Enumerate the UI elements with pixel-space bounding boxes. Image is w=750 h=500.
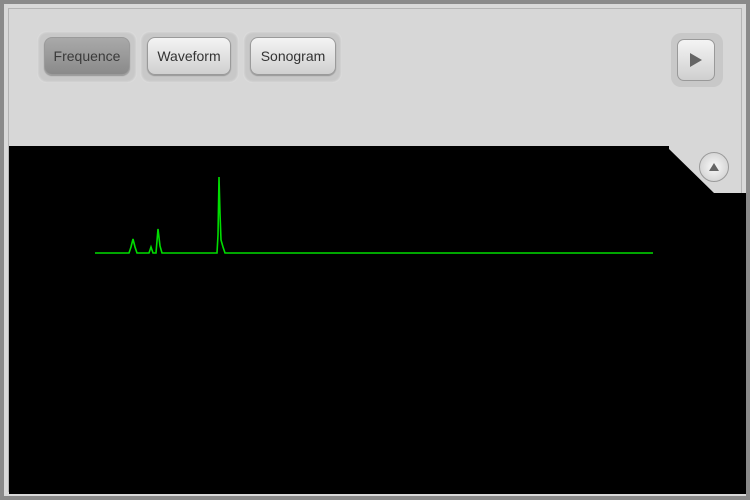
scope-background <box>9 146 746 494</box>
spectrum-canvas <box>9 146 746 494</box>
toolbar: Frequence Waveform Sonogram <box>9 9 741 143</box>
collapse-button[interactable] <box>699 152 729 182</box>
play-button-wrap <box>671 33 723 87</box>
play-button[interactable] <box>677 39 715 81</box>
tab-frequence[interactable]: Frequence <box>44 37 130 75</box>
tab-waveform[interactable]: Waveform <box>147 37 231 75</box>
play-icon <box>690 53 702 67</box>
spectrum-display <box>9 143 746 494</box>
collapse-up-icon <box>709 163 719 171</box>
tab-waveform-wrap: Waveform <box>140 31 239 83</box>
tab-sonogram-wrap: Sonogram <box>243 31 342 83</box>
app-panel: Frequence Waveform Sonogram <box>8 8 746 494</box>
app-window: Frequence Waveform Sonogram <box>0 0 750 500</box>
tab-frequence-wrap: Frequence <box>37 31 137 83</box>
tab-sonogram[interactable]: Sonogram <box>250 37 336 75</box>
